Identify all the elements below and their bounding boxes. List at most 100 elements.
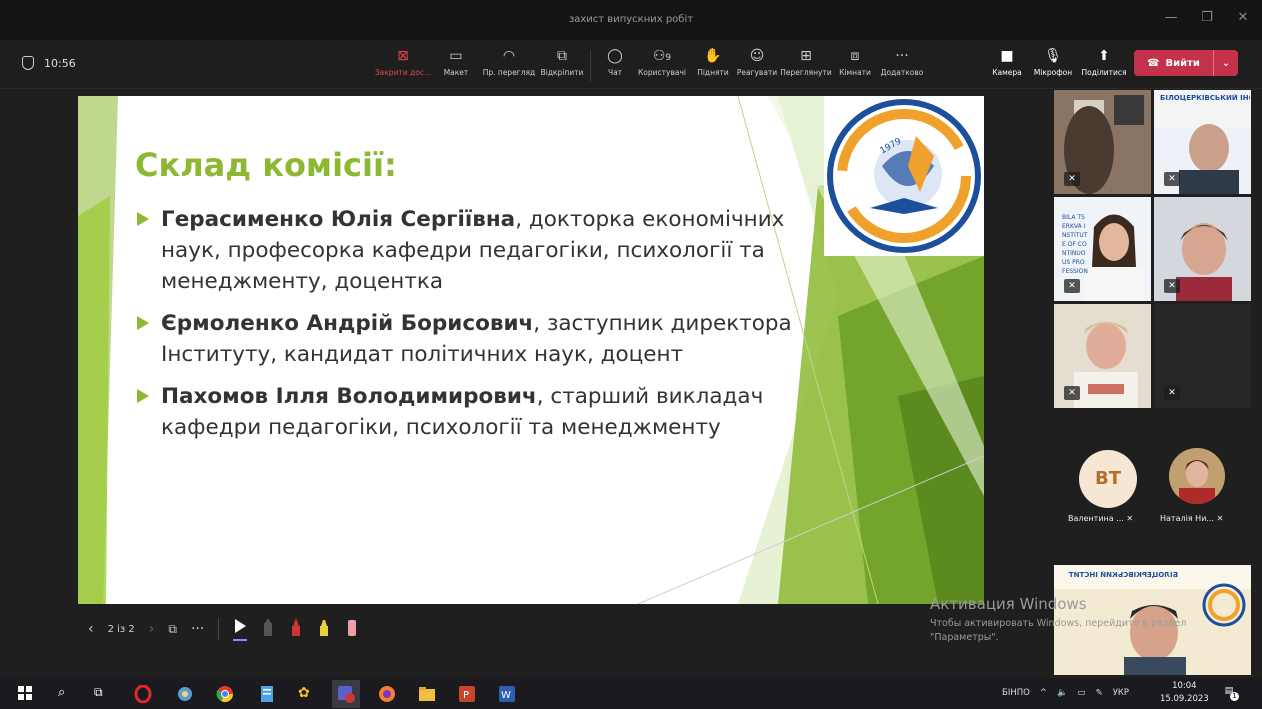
slides-overview-icon[interactable]: ⧉ <box>168 622 177 637</box>
view-button[interactable]: ⊞ Переглянути <box>779 46 833 82</box>
word-icon[interactable]: W <box>498 685 516 703</box>
muted-mic-icon: ✕ <box>1164 386 1180 400</box>
maximize-button[interactable]: ❐ <box>1200 10 1214 25</box>
teams-icon[interactable] <box>332 680 360 708</box>
close-button[interactable]: ✕ <box>1236 10 1250 25</box>
slide-title: Склад комісії: <box>135 146 397 184</box>
system-tray: БІНПО ^ 🔈 ▭ ✎ УКР <box>1002 688 1129 698</box>
member-name: Єрмоленко Андрій Борисович <box>161 311 534 336</box>
list-item: Єрмоленко Андрій Борисович, заступник ди… <box>135 308 825 370</box>
chrome-icon[interactable] <box>216 685 234 703</box>
participant-video[interactable]: ✕ <box>1154 304 1251 408</box>
participant-video[interactable]: ✕ <box>1154 197 1251 301</box>
view-icon: ◠ <box>502 48 516 64</box>
opera-icon[interactable] <box>134 684 152 704</box>
banner-text: БІЛОЦЕРКІВСЬКИЙ ІНСТИТУТ НЕПЕРЕРВНОЇ ПРО… <box>1160 94 1250 102</box>
chat-button[interactable]: ◯ Чат <box>597 46 633 82</box>
more-icon[interactable]: ··· <box>191 621 204 637</box>
meeting-toolbar: 10:56 ⊠ Закрити дос... ▭ Макет ◠ Пр. пер… <box>0 40 1262 89</box>
muted-mic-icon: ✕ <box>1064 279 1080 293</box>
meeting-window: захист випускних робіт — ❐ ✕ 10:56 ⊠ Зак… <box>0 0 1262 709</box>
people-button[interactable]: ⚇9 Користувачі <box>633 46 691 82</box>
svg-text:P: P <box>463 690 469 701</box>
title-bar: захист випускних робіт — ❐ ✕ <box>0 0 1262 40</box>
muted-mic-icon: ✕ <box>1064 172 1080 186</box>
firefox-icon[interactable] <box>378 685 396 703</box>
chevron-up-icon[interactable]: ^ <box>1040 688 1047 698</box>
participant-count: 9 <box>665 53 672 63</box>
share-tools: ⊠ Закрити дос... ▭ Макет ◠ Пр. перегляд … <box>372 46 927 82</box>
search-icon[interactable]: ⌕ <box>58 685 76 703</box>
chat-icon: ◯ <box>607 48 623 64</box>
member-name: Герасименко Юлія Сергіївна <box>161 207 516 232</box>
task-view-icon[interactable]: ⧉ <box>94 685 112 703</box>
phone-icon: ☎ <box>1147 57 1160 69</box>
app-icon[interactable] <box>176 685 194 703</box>
minimize-button[interactable]: — <box>1164 10 1178 25</box>
slide-counter: 2 із 2 <box>107 623 135 635</box>
powerpoint-icon[interactable]: P <box>458 685 476 703</box>
leave-button[interactable]: ☎ Вийти ⌄ <box>1134 50 1238 76</box>
language-indicator[interactable]: УКР <box>1113 688 1129 698</box>
muted-mic-icon: ✕ <box>1164 172 1180 186</box>
stop-sharing-button[interactable]: ⊠ Закрити дос... <box>372 46 434 82</box>
camera-icon: ■ <box>1000 48 1014 64</box>
toolbar-divider <box>590 50 591 82</box>
avatar[interactable] <box>1169 448 1225 504</box>
participant-video[interactable]: BILA TSERKVA INSTITUTE OF CONTINUOUS PRO… <box>1054 197 1151 301</box>
notification-button[interactable]: ▤ 1 <box>1222 686 1239 701</box>
raise-hand-button[interactable]: ✋ Підняти <box>691 46 735 82</box>
react-button[interactable]: ☺ Реагувати <box>735 46 779 82</box>
banner-text: БІЛОЦЕРКІВСЬКИЙ ІНСТИТУТ НЕПЕРЕРВНОЇ ПРО… <box>1068 571 1178 579</box>
chevron-down-icon[interactable]: ⌄ <box>1213 50 1238 76</box>
windows-start-icon[interactable] <box>18 685 36 703</box>
slide-navigation: ‹ 2 із 2 › ⧉ ··· <box>88 617 359 641</box>
activation-watermark: Активация Windows Чтобы активировать Win… <box>930 595 1187 643</box>
member-name: Пахомов Ілля Володимирович <box>161 384 537 409</box>
microphone-icon: 🎙 <box>1044 48 1062 64</box>
muted-mic-icon: ✕ <box>1216 514 1224 523</box>
marker-black-tool[interactable] <box>261 618 275 640</box>
system-clock[interactable]: 10:04 15.09.2023 <box>1160 680 1209 706</box>
highlighter-tool[interactable] <box>317 618 331 640</box>
participant-video[interactable]: ✕ <box>1054 304 1151 408</box>
device-tools: ■ Камера 🎙 Мікрофон ⬆ Поділитися <box>985 46 1131 77</box>
emoji-icon: ☺ <box>749 48 765 64</box>
participant-name: Наталія Ни... <box>1160 514 1215 523</box>
file-explorer-icon[interactable] <box>418 685 436 703</box>
banner-text: BILA TSERKVA INSTITUTE OF CONTINUOUS PRO… <box>1062 214 1088 273</box>
marker-red-tool[interactable] <box>289 618 303 640</box>
more-button[interactable]: ··· Додатково <box>877 46 927 82</box>
svg-text:W: W <box>501 690 511 701</box>
participant-video[interactable]: БІЛОЦЕРКІВСЬКИЙ ІНСТИТУТ НЕПЕРЕРВНОЇ ПРО… <box>1154 90 1251 194</box>
grid-icon: ⊞ <box>800 48 812 64</box>
battery-icon[interactable]: ▭ <box>1078 688 1086 698</box>
share-button[interactable]: ⬆ Поділитися <box>1077 46 1131 77</box>
notes-icon[interactable] <box>258 685 276 703</box>
next-slide-button[interactable]: › <box>149 621 155 637</box>
avatar[interactable]: ВТ <box>1079 450 1137 508</box>
window-title: захист випускних робіт <box>568 14 694 25</box>
layout-button[interactable]: ▭ Макет <box>434 46 478 82</box>
clock-date: 15.09.2023 <box>1160 694 1209 704</box>
institute-logo: 1979 <box>824 96 984 256</box>
preview-button[interactable]: ◠ Пр. перегляд <box>478 46 540 82</box>
eraser-tool[interactable] <box>345 618 359 640</box>
muted-mic-icon: ✕ <box>1126 514 1134 523</box>
stop-share-icon: ⊠ <box>397 48 409 64</box>
rooms-button[interactable]: ⧈ Кімнати <box>833 46 877 82</box>
tray-app-label[interactable]: БІНПО <box>1002 688 1030 698</box>
pointer-tool[interactable] <box>233 617 248 641</box>
pen-icon[interactable]: ✎ <box>1096 688 1103 698</box>
meeting-timer: 10:56 <box>22 56 76 70</box>
previous-slide-button[interactable]: ‹ <box>88 621 94 637</box>
camera-button[interactable]: ■ Камера <box>985 46 1029 77</box>
bullet-arrow-icon <box>137 212 149 226</box>
volume-icon[interactable]: 🔈 <box>1057 688 1068 698</box>
popout-button[interactable]: ⧉ Відкріпити <box>540 46 584 82</box>
shared-slide: 1979 Склад комісії: Герасименко Юлія Сер… <box>78 96 984 604</box>
paint-icon[interactable]: ✿ <box>298 685 316 703</box>
microphone-button[interactable]: 🎙 Мікрофон <box>1029 46 1077 77</box>
participant-video[interactable]: ✕ <box>1054 90 1151 194</box>
people-icon: ⚇ <box>652 48 666 64</box>
